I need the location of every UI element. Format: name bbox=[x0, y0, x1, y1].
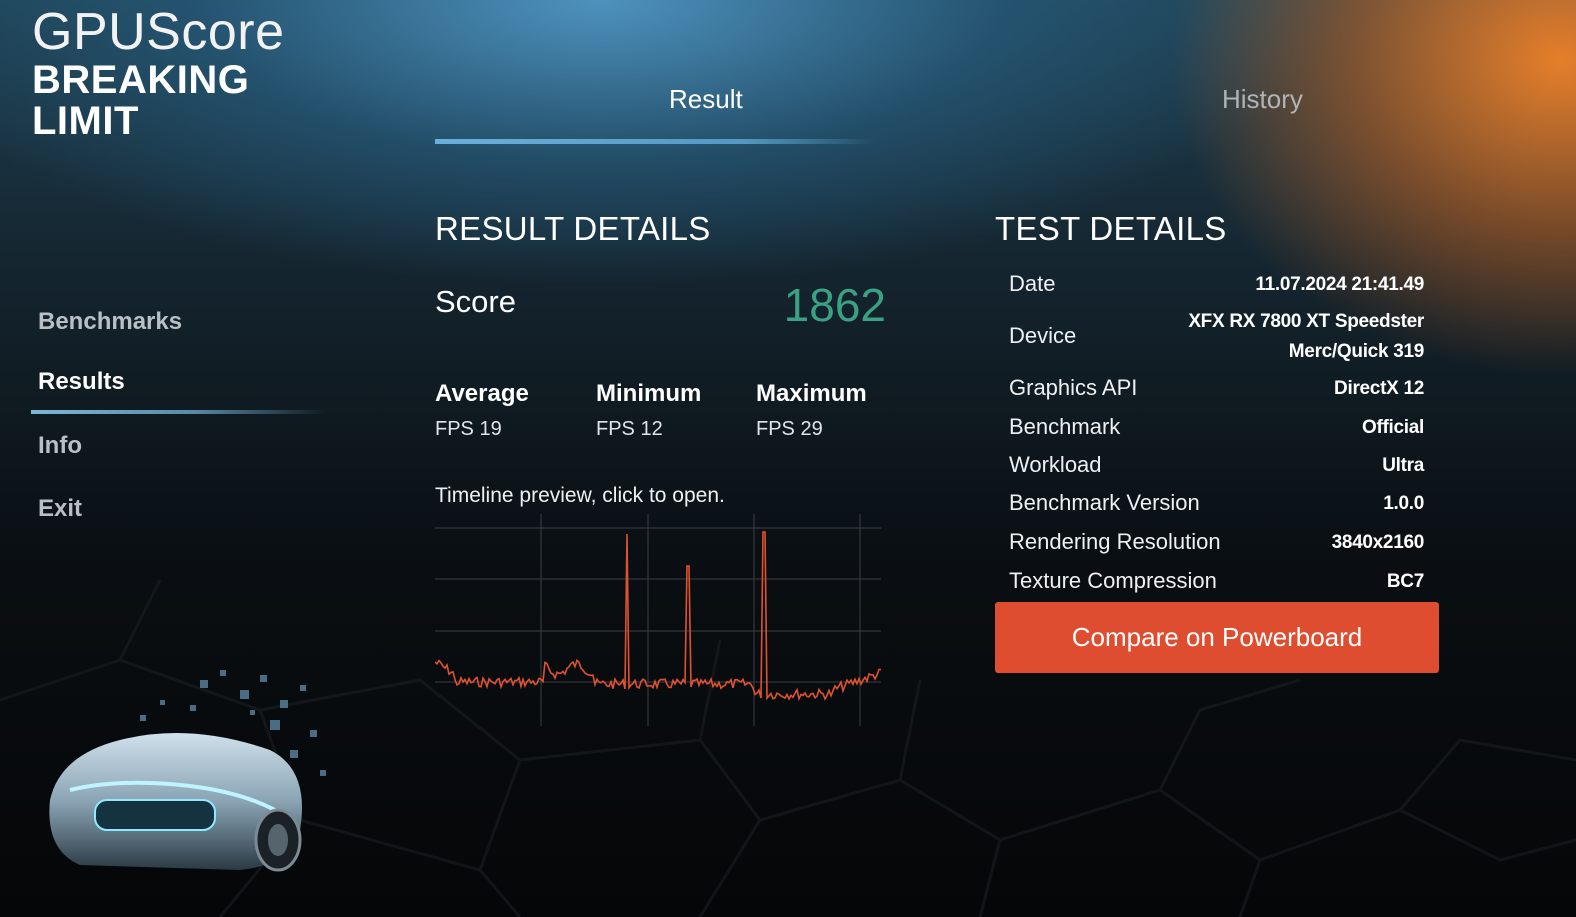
detail-label-graphics-api: Graphics API bbox=[1009, 375, 1138, 400]
detail-label-device: Device bbox=[1009, 323, 1077, 348]
app-logo: GPUScore BREAKING LIMIT bbox=[32, 4, 285, 142]
sidebar-item-info[interactable]: Info bbox=[38, 432, 82, 460]
compare-on-powerboard-button[interactable]: Compare on Powerboard bbox=[995, 602, 1439, 673]
sidebar-item-results[interactable]: Results bbox=[38, 368, 125, 396]
detail-label-rendering-resolution: Rendering Resolution bbox=[1009, 529, 1221, 554]
detail-value-benchmark-version: 1.0.0 bbox=[1383, 493, 1424, 514]
logo-title: GPUScore bbox=[32, 3, 285, 61]
tab-result[interactable]: Result bbox=[669, 84, 743, 115]
logo-subtitle-line1: BREAKING bbox=[32, 58, 250, 102]
car-illustration bbox=[49, 670, 326, 872]
score-value: 1862 bbox=[783, 279, 886, 331]
stat-maximum-value: FPS 29 bbox=[756, 418, 823, 440]
detail-value-rendering-resolution: 3840x2160 bbox=[1331, 532, 1425, 553]
result-details-heading: RESULT DETAILS bbox=[435, 210, 711, 247]
stat-minimum-value: FPS 12 bbox=[596, 418, 663, 440]
detail-value-device-line1: XFX RX 7800 XT Speedster bbox=[1188, 311, 1424, 332]
timeline-label: Timeline preview, click to open. bbox=[435, 484, 725, 507]
sidebar-item-benchmarks[interactable]: Benchmarks bbox=[38, 308, 182, 336]
stat-average-value: FPS 19 bbox=[435, 418, 502, 440]
detail-label-texture-compression: Texture Compression bbox=[1009, 568, 1217, 593]
detail-label-workload: Workload bbox=[1009, 452, 1102, 477]
stat-minimum-title: Minimum bbox=[596, 380, 702, 407]
test-details-heading: TEST DETAILS bbox=[995, 210, 1227, 247]
sidebar-item-exit[interactable]: Exit bbox=[38, 495, 82, 523]
tab-active-indicator bbox=[435, 139, 875, 144]
detail-label-date: Date bbox=[1009, 271, 1056, 296]
logo-subtitle-line2: LIMIT bbox=[32, 99, 139, 143]
detail-value-date: 11.07.2024 21:41.49 bbox=[1255, 274, 1424, 295]
detail-label-benchmark: Benchmark bbox=[1009, 414, 1121, 439]
score-label: Score bbox=[435, 284, 516, 319]
stat-average-title: Average bbox=[435, 380, 529, 407]
detail-value-texture-compression: BC7 bbox=[1386, 571, 1424, 592]
detail-value-device-line2: Merc/Quick 319 bbox=[1288, 341, 1425, 362]
detail-value-graphics-api: DirectX 12 bbox=[1334, 378, 1424, 399]
detail-value-workload: Ultra bbox=[1382, 455, 1424, 476]
tab-history[interactable]: History bbox=[1222, 84, 1303, 115]
sidebar-active-indicator bbox=[31, 410, 326, 414]
timeline-fps-line bbox=[435, 531, 881, 702]
detail-label-benchmark-version: Benchmark Version bbox=[1009, 490, 1200, 515]
timeline-preview[interactable] bbox=[435, 514, 881, 726]
stat-maximum-title: Maximum bbox=[756, 380, 867, 407]
detail-value-benchmark: Official bbox=[1361, 417, 1424, 438]
